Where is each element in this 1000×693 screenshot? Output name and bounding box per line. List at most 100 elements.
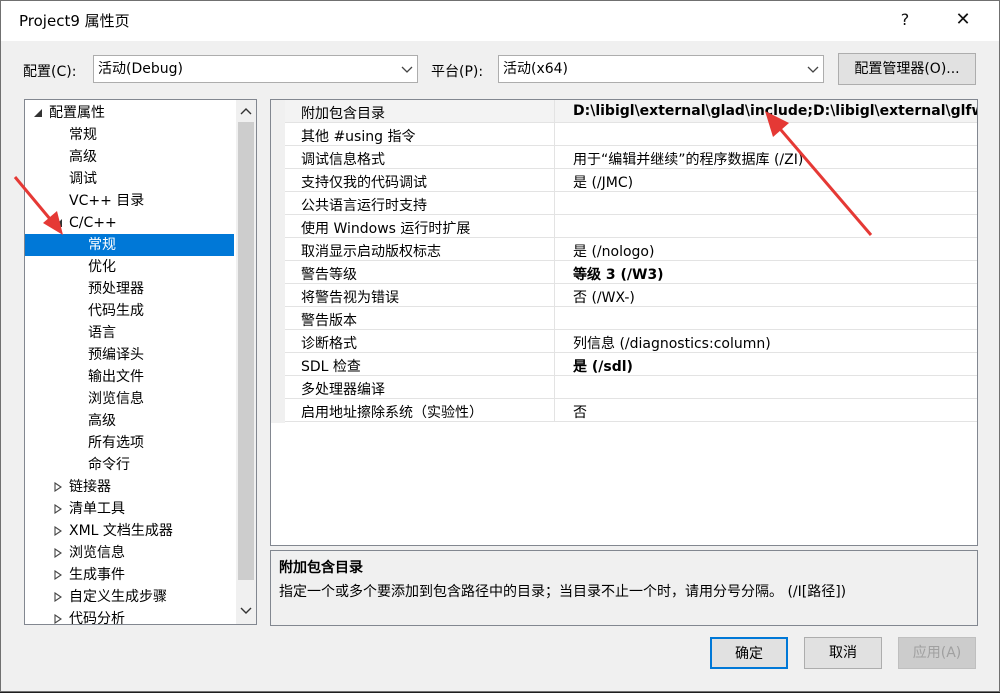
tree-item[interactable]: 所有选项 (25, 432, 234, 454)
tree-item-label: 配置属性 (49, 105, 105, 121)
collapsed-triangle-icon[interactable] (53, 614, 63, 624)
property-value[interactable]: 是 (/sdl) (573, 356, 633, 376)
property-row[interactable]: 多处理器编译 (285, 376, 977, 399)
config-label: 配置(C): (23, 64, 77, 80)
property-name: 其他 #using 指令 (301, 129, 416, 145)
platform-select[interactable]: 活动(x64) (498, 55, 824, 83)
tree-item-label: 常规 (88, 237, 116, 253)
property-row[interactable]: 取消显示启动版权标志 是 (/nologo) (285, 238, 977, 261)
property-value[interactable]: 否 (573, 402, 587, 422)
collapsed-triangle-icon[interactable] (53, 526, 63, 536)
property-value[interactable]: D:\libigl\external\glad\include;D:\libig… (573, 103, 977, 119)
tree-item-label: 常规 (69, 127, 97, 143)
scroll-thumb[interactable] (238, 122, 254, 580)
column-divider (554, 353, 555, 376)
cancel-button[interactable]: 取消 (804, 637, 882, 669)
property-tree: 配置属性 常规 高级 调试 VC++ 目录 C/C++ 常规 优化 预处理器 代码生成 语言 预编译头… (24, 99, 257, 625)
tree-item-label: C/C++ (69, 215, 117, 231)
property-row[interactable]: 附加包含目录 D:\libigl\external\glad\include;D:… (285, 100, 977, 123)
tree-item[interactable]: 自定义生成步骤 (25, 586, 234, 608)
property-row[interactable]: 使用 Windows 运行时扩展 (285, 215, 977, 238)
tree-item-label: 预处理器 (88, 281, 144, 297)
column-divider (554, 238, 555, 261)
tree-item-label: 代码分析 (69, 611, 125, 625)
config-select[interactable]: 活动(Debug) (93, 55, 418, 83)
property-name: 取消显示启动版权标志 (301, 244, 441, 260)
property-row[interactable]: 其他 #using 指令 (285, 123, 977, 146)
tree-item[interactable]: 命令行 (25, 454, 234, 476)
property-name: 启用地址擦除系统（实验性） (301, 405, 483, 421)
tree-item[interactable]: 常规 (25, 124, 234, 146)
column-divider (554, 123, 555, 146)
scroll-down-icon[interactable] (240, 606, 252, 616)
property-value[interactable]: 否 (/WX-) (573, 287, 635, 307)
property-row[interactable]: SDL 检查 是 (/sdl) (285, 353, 977, 376)
property-row[interactable]: 警告版本 (285, 307, 977, 330)
tree-item[interactable]: 高级 (25, 410, 234, 432)
collapsed-triangle-icon[interactable] (53, 548, 63, 558)
property-value[interactable]: 是 (/nologo) (573, 241, 654, 261)
property-name: 将警告视为错误 (301, 290, 399, 306)
property-value[interactable]: 是 (/JMC) (573, 172, 633, 192)
property-value[interactable]: 等级 3 (/W3) (573, 264, 664, 284)
property-row[interactable]: 调试信息格式 用于“编辑并继续”的程序数据库 (/ZI) (285, 146, 977, 169)
column-divider (554, 169, 555, 192)
tree-item-label: 代码生成 (88, 303, 144, 319)
tree-scrollbar[interactable] (236, 100, 256, 624)
ok-button[interactable]: 确定 (710, 637, 788, 669)
expanded-triangle-icon[interactable] (33, 108, 43, 118)
tree-item[interactable]: 预编译头 (25, 344, 234, 366)
tree-item[interactable]: 输出文件 (25, 366, 234, 388)
tree-item[interactable]: C/C++ (25, 212, 234, 234)
apply-button[interactable]: 应用(A) (898, 637, 976, 669)
property-value[interactable]: 列信息 (/diagnostics:column) (573, 333, 771, 353)
property-row[interactable]: 诊断格式 列信息 (/diagnostics:column) (285, 330, 977, 353)
collapsed-triangle-icon[interactable] (53, 570, 63, 580)
tree-item[interactable]: 生成事件 (25, 564, 234, 586)
tree-item-label: 命令行 (88, 457, 130, 473)
property-row[interactable]: 公共语言运行时支持 (285, 192, 977, 215)
expanded-triangle-icon[interactable] (53, 218, 63, 228)
tree-item-label: 生成事件 (69, 567, 125, 583)
tree-item-label: 调试 (69, 171, 97, 187)
tree-item-label: 清单工具 (69, 501, 125, 517)
property-row[interactable]: 警告等级 等级 3 (/W3) (285, 261, 977, 284)
collapsed-triangle-icon[interactable] (53, 482, 63, 492)
tree-item[interactable]: 高级 (25, 146, 234, 168)
property-name: 多处理器编译 (301, 382, 385, 398)
collapsed-triangle-icon[interactable] (53, 592, 63, 602)
tree-item[interactable]: 浏览信息 (25, 388, 234, 410)
property-row[interactable]: 启用地址擦除系统（实验性） 否 (285, 399, 977, 422)
config-manager-button[interactable]: 配置管理器(O)... (838, 53, 976, 85)
tree-item[interactable]: 配置属性 (25, 102, 234, 124)
tree-item-label: XML 文档生成器 (69, 523, 173, 539)
tree-item-label: 自定义生成步骤 (69, 589, 167, 605)
help-button[interactable]: ? (883, 5, 927, 35)
tree-item[interactable]: 清单工具 (25, 498, 234, 520)
property-name: 警告等级 (301, 267, 357, 283)
tree-item[interactable]: 浏览信息 (25, 542, 234, 564)
collapsed-triangle-icon[interactable] (53, 504, 63, 514)
property-row[interactable]: 支持仅我的代码调试 是 (/JMC) (285, 169, 977, 192)
tree-item[interactable]: XML 文档生成器 (25, 520, 234, 542)
tree-item[interactable]: 优化 (25, 256, 234, 278)
property-row[interactable]: 将警告视为错误 否 (/WX-) (285, 284, 977, 307)
tree-item[interactable]: 代码分析 (25, 608, 234, 625)
tree-item[interactable]: 常规 (25, 234, 234, 256)
tree-item[interactable]: 调试 (25, 168, 234, 190)
tree-item-label: 输出文件 (88, 369, 144, 385)
property-value[interactable]: 用于“编辑并继续”的程序数据库 (/ZI) (573, 149, 803, 169)
tree-item[interactable]: VC++ 目录 (25, 190, 234, 212)
property-name: SDL 检查 (301, 359, 361, 375)
config-select-value: 活动(Debug) (98, 61, 183, 77)
tree-item[interactable]: 语言 (25, 322, 234, 344)
scroll-up-icon[interactable] (240, 106, 252, 116)
column-divider (554, 215, 555, 238)
property-pages-window: Project9 属性页 ? ✕ 配置(C): 活动(Debug) 平台(P):… (0, 0, 1000, 692)
tree-item[interactable]: 代码生成 (25, 300, 234, 322)
property-name: 附加包含目录 (301, 106, 385, 122)
tree-item[interactable]: 预处理器 (25, 278, 234, 300)
column-divider (554, 146, 555, 169)
close-button[interactable]: ✕ (941, 5, 985, 35)
tree-item[interactable]: 链接器 (25, 476, 234, 498)
